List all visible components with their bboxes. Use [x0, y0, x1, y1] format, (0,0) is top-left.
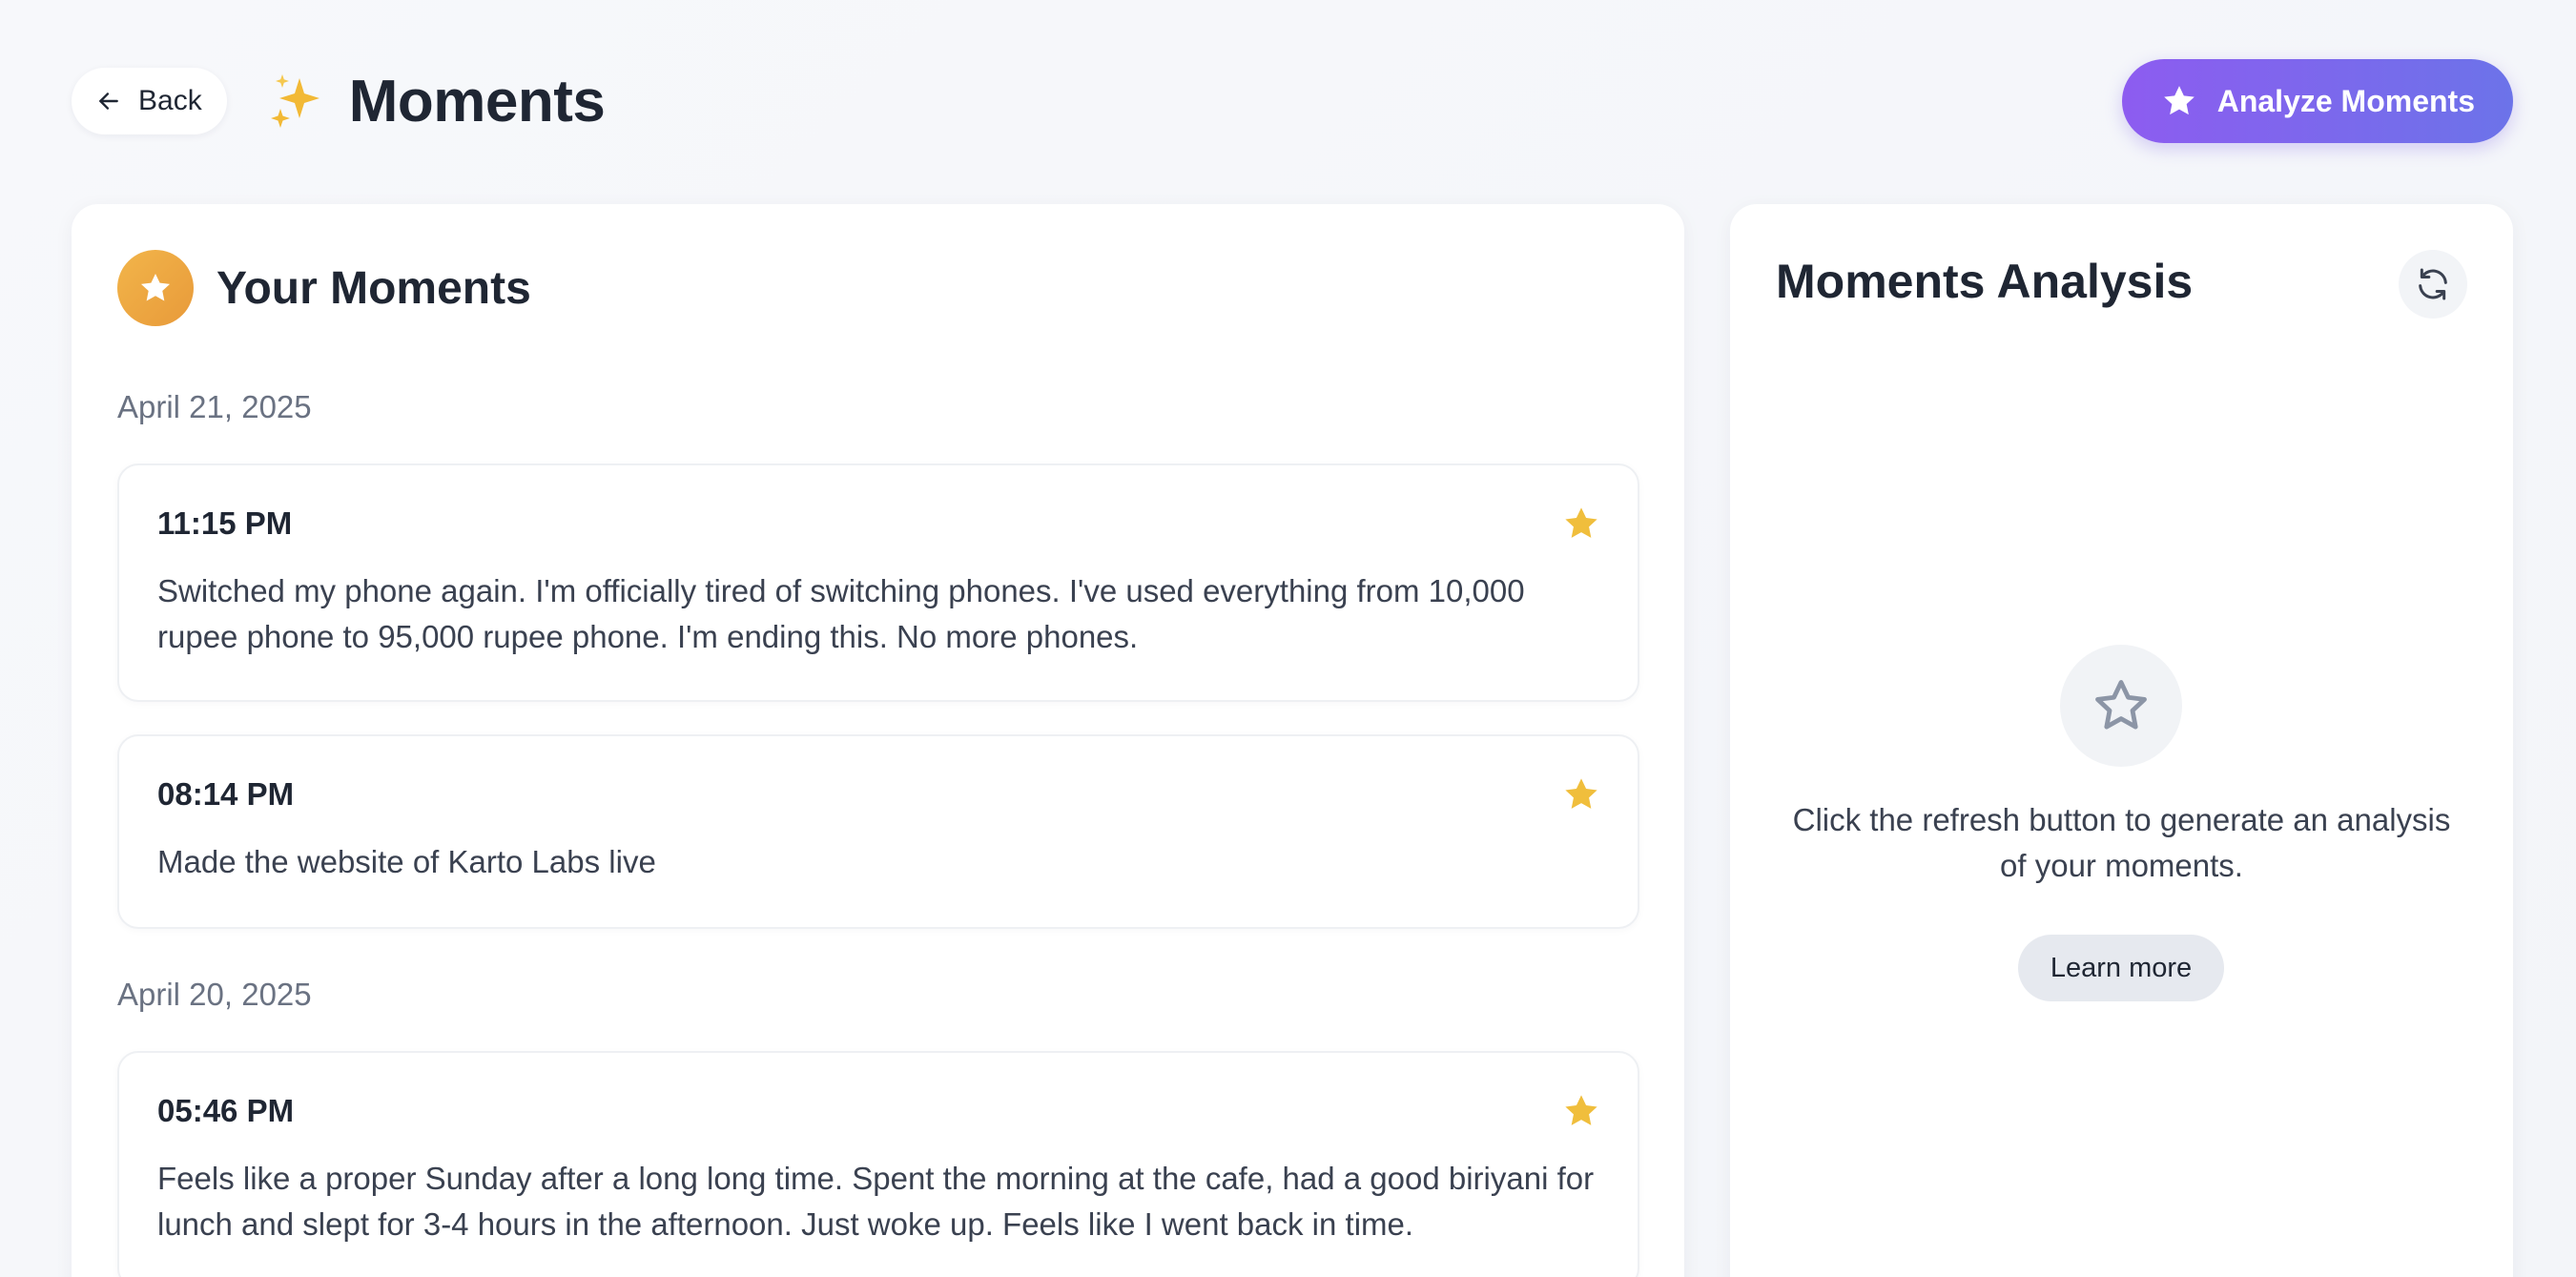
moment-card[interactable]: 08:14 PM Made the website of Karto Labs … — [117, 734, 1639, 929]
back-button-label: Back — [138, 85, 202, 116]
moment-text: Feels like a proper Sunday after a long … — [157, 1161, 1595, 1242]
moment-time: 11:15 PM — [157, 505, 293, 541]
page-title: Moments — [348, 68, 606, 134]
moment-text: Made the website of Karto Labs live — [157, 844, 656, 879]
empty-state-icon-wrap — [2060, 645, 2182, 767]
moments-panel-title: Your Moments — [216, 262, 531, 314]
moments-panel: Your Moments April 21, 2025 11:15 PM Swi… — [72, 204, 1684, 1277]
moment-card[interactable]: 11:15 PM Switched my phone again. I'm of… — [117, 463, 1639, 702]
empty-state-message: Click the refresh button to generate an … — [1792, 802, 2451, 883]
sparkles-icon — [270, 74, 319, 128]
analyze-moments-label: Analyze Moments — [2216, 83, 2475, 118]
star-filled-icon[interactable] — [1561, 774, 1601, 814]
moment-time: 05:46 PM — [157, 1093, 295, 1128]
arrow-left-icon — [99, 93, 118, 110]
analysis-panel: Moments Analysis Click the refresh butto… — [1730, 204, 2513, 1277]
moment-text: Switched my phone again. I'm officially … — [157, 573, 1525, 654]
star-outline-icon — [2095, 680, 2147, 730]
star-filled-icon[interactable] — [1561, 1091, 1601, 1131]
back-button[interactable]: Back — [72, 68, 227, 134]
page-title-group: Moments — [267, 68, 606, 135]
refresh-icon — [2419, 268, 2447, 300]
star-icon — [2163, 86, 2195, 115]
date-group-label: April 21, 2025 — [117, 389, 312, 424]
moment-card[interactable]: 05:46 PM Feels like a proper Sunday afte… — [117, 1051, 1639, 1277]
moments-panel-header: Your Moments — [117, 250, 531, 326]
header: Back Moments Analyze Moments — [72, 59, 2513, 143]
star-icon — [140, 273, 171, 301]
star-filled-icon[interactable] — [1561, 504, 1601, 544]
moment-time: 08:14 PM — [157, 776, 295, 812]
analyze-moments-button[interactable]: Analyze Moments — [2121, 59, 2513, 143]
star-badge — [117, 250, 194, 326]
date-group-label: April 20, 2025 — [117, 977, 312, 1012]
analysis-panel-title: Moments Analysis — [1776, 255, 2194, 308]
moments-page: Back Moments Analyze Moments Your Moment… — [0, 0, 2576, 1277]
learn-more-button[interactable]: Learn more — [2018, 935, 2224, 1001]
refresh-button[interactable] — [2399, 250, 2467, 319]
